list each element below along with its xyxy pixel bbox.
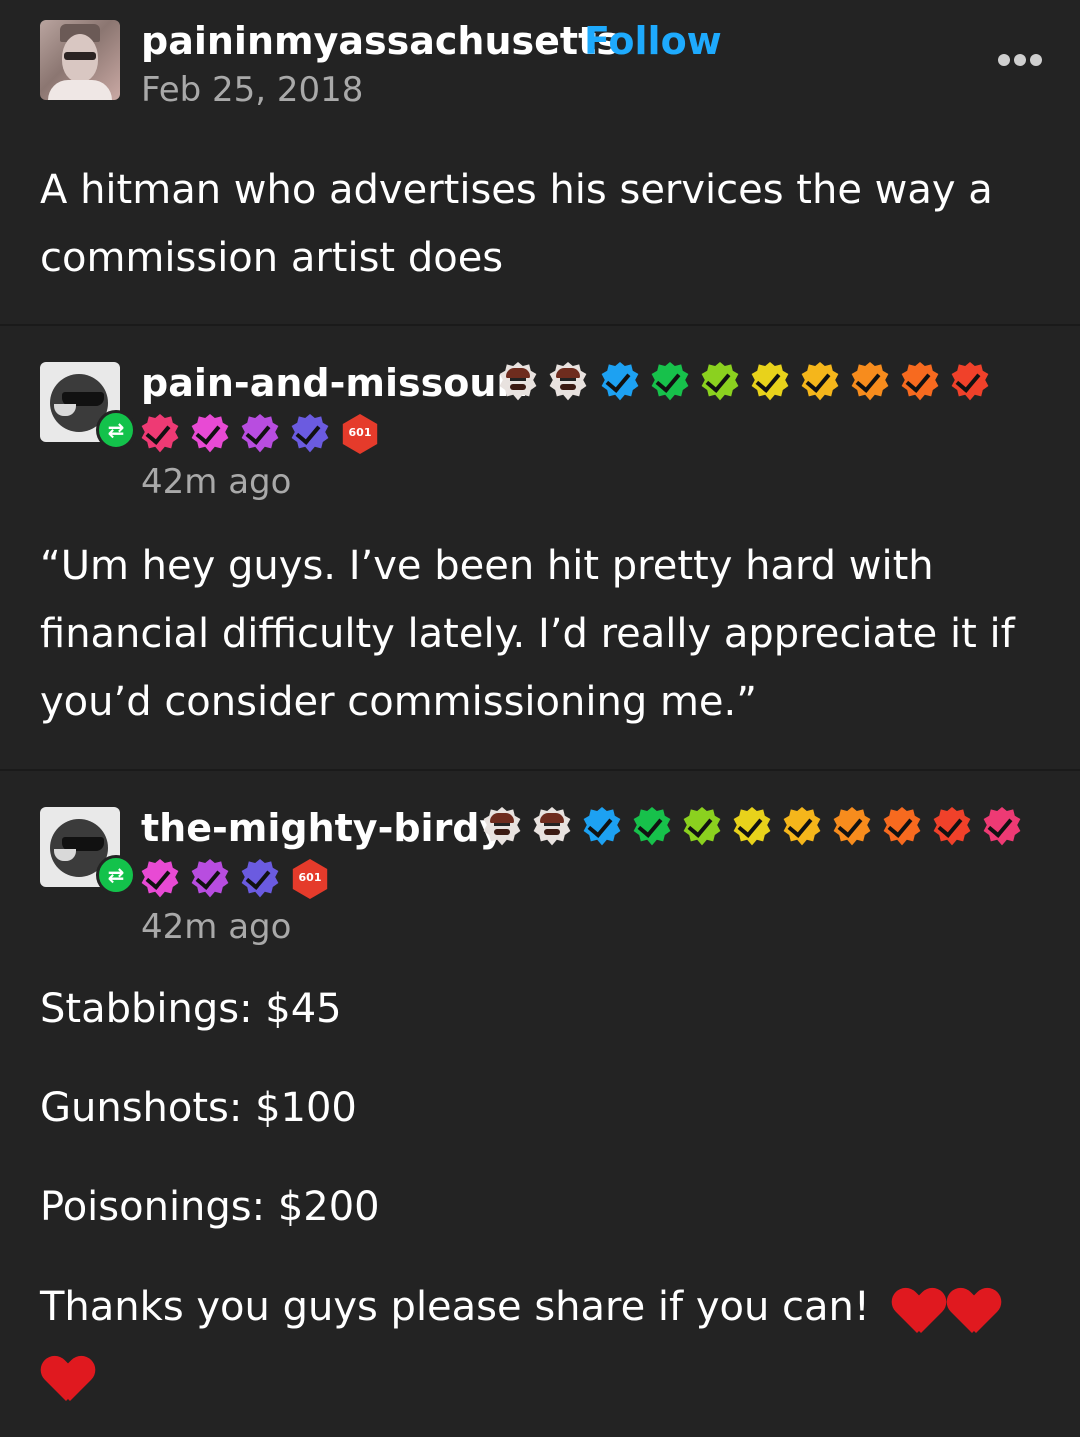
verified-badge-icon: [240, 859, 280, 899]
reblog-pain-and-missouri: ⇄ pain-and-missouri 601 42m ago “Um hey …: [0, 326, 1080, 769]
more-options-icon[interactable]: [998, 54, 1044, 68]
price-line-poisonings: Poisonings: $200: [40, 1184, 380, 1230]
verified-badge-icon: [140, 414, 180, 454]
verified-badge-icon: [190, 859, 230, 899]
reblog-icon: ⇄: [96, 855, 136, 895]
verified-badge-icon: [850, 362, 890, 402]
verified-badge-icon: [800, 362, 840, 402]
reblog-icon: ⇄: [96, 410, 136, 450]
red-heart-emoji: [42, 1357, 94, 1405]
verified-badge-icon: [682, 807, 722, 847]
post-text: A hitman who advertises his services the…: [40, 167, 993, 281]
verified-badge-icon: [140, 859, 180, 899]
post-date: Feb 25, 2018: [141, 70, 364, 110]
verified-badge-icon: [900, 362, 940, 402]
red-heart-emoji: [893, 1289, 945, 1337]
price-line-gunshots: Gunshots: $100: [40, 1085, 357, 1131]
verified-badge-icon: [832, 807, 872, 847]
verified-badge-icon: [632, 807, 672, 847]
verified-badge-icon: [190, 414, 230, 454]
verified-badge-icon: [750, 362, 790, 402]
verified-badge-icon: [732, 807, 772, 847]
verified-badge-icon: [600, 362, 640, 402]
verified-badge-icon: [982, 807, 1022, 847]
red-heart-emoji: [948, 1289, 1000, 1337]
dice-badge-icon: 601: [290, 859, 330, 899]
face-badge-icon: [532, 807, 572, 847]
original-post: paininmyassachusetts Follow Feb 25, 2018…: [0, 0, 1080, 324]
verified-badge-icon: [650, 362, 690, 402]
verified-badge-icon: [700, 362, 740, 402]
verified-badge-icon: [782, 807, 822, 847]
dice-badge-icon: 601: [340, 414, 380, 454]
avatar[interactable]: ⇄: [40, 362, 136, 450]
reblog-username[interactable]: the-mighty-birdy: [141, 805, 504, 851]
verified-badge-icon: [882, 807, 922, 847]
follow-button[interactable]: Follow: [584, 18, 722, 64]
verified-badge-icon: [240, 414, 280, 454]
avatar[interactable]: [40, 20, 120, 100]
face-badge-icon: [498, 362, 538, 402]
reblog-username[interactable]: pain-and-missouri: [141, 360, 528, 406]
face-badge-icon: [548, 362, 588, 402]
avatar[interactable]: ⇄: [40, 807, 136, 895]
reblog-text: “Um hey guys. I’ve been hit pretty hard …: [40, 543, 1015, 725]
face-badge-icon: [482, 807, 522, 847]
price-line-stabbings: Stabbings: $45: [40, 986, 342, 1032]
verified-badge-icon: [932, 807, 972, 847]
reblog-time: 42m ago: [141, 462, 292, 502]
verified-badge-icon: [950, 362, 990, 402]
closing-line: Thanks you guys please share if you can!: [40, 1284, 870, 1330]
post-username[interactable]: paininmyassachusetts: [141, 18, 619, 64]
verified-badge-icon: [290, 414, 330, 454]
verified-badge-icon: [582, 807, 622, 847]
reblog-the-mighty-birdy: ⇄ the-mighty-birdy 601 42m ago Stabbings…: [0, 771, 1080, 1437]
reblog-time: 42m ago: [141, 907, 292, 947]
